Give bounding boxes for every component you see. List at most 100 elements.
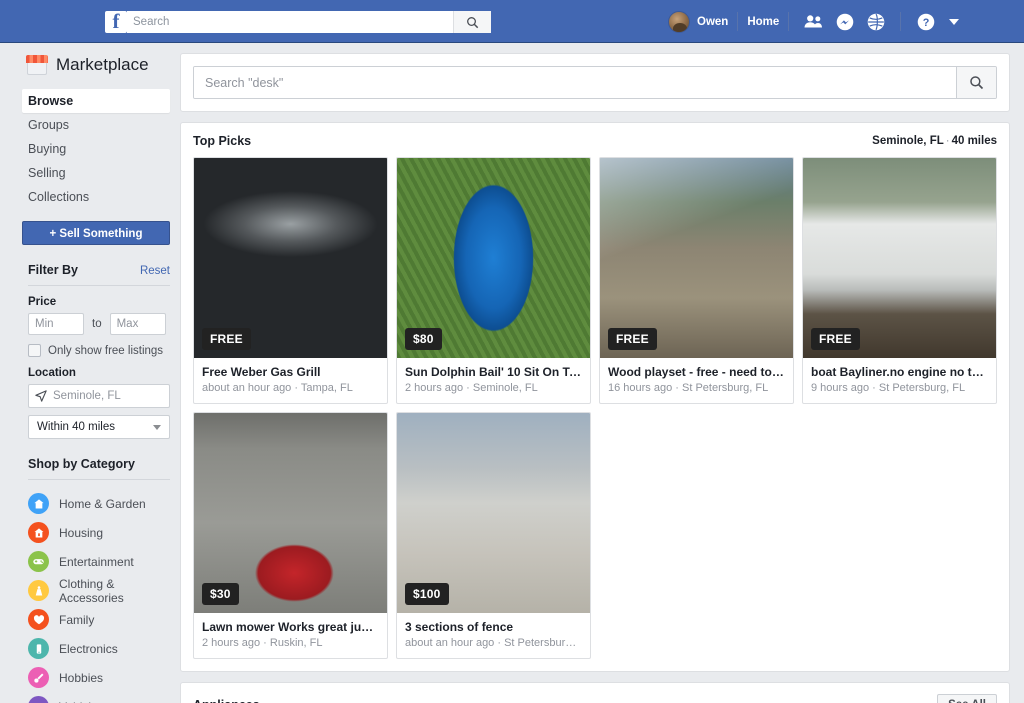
listing-meta: about an hour ago · St Petersburg, FL xyxy=(405,637,582,649)
marketplace-search-card xyxy=(180,53,1010,112)
sidebar-item-groups[interactable]: Groups xyxy=(22,113,170,137)
building-icon xyxy=(28,522,49,543)
messenger-icon xyxy=(836,13,854,30)
listing-tile[interactable]: FREE Wood playset - free - need to tra..… xyxy=(599,157,794,404)
listing-place: Seminole, FL xyxy=(472,382,538,394)
global-search-container xyxy=(127,11,491,33)
appliances-title: Appliances xyxy=(193,698,260,703)
listing-photo: $80 xyxy=(397,158,590,358)
free-listings-checkbox[interactable] xyxy=(28,344,41,357)
free-listings-checkbox-row[interactable]: Only show free listings xyxy=(28,344,180,357)
listing-photo: $30 xyxy=(194,413,387,613)
price-badge: $30 xyxy=(202,583,239,605)
search-icon xyxy=(970,76,984,90)
listing-info: Free Weber Gas Grill about an hour ago ·… xyxy=(194,358,387,403)
category-label: Electronics xyxy=(59,641,118,656)
top-picks-location-distance: Seminole, FL · 40 miles xyxy=(872,135,997,147)
listing-tile[interactable]: FREE boat Bayliner.no engine no trailer … xyxy=(802,157,997,404)
friend-requests-button[interactable] xyxy=(801,10,826,34)
divider xyxy=(788,12,790,31)
divider xyxy=(28,285,170,286)
gamepad-icon xyxy=(28,551,49,572)
shop-by-category-label: Shop by Category xyxy=(28,457,135,471)
top-picks-header: Top Picks Seminole, FL · 40 miles xyxy=(181,123,1009,157)
topbar-right-cluster: Owen Home ? xyxy=(668,0,960,43)
filter-reset-link[interactable]: Reset xyxy=(140,265,170,277)
category-label: Home & Garden xyxy=(59,496,146,511)
dress-icon xyxy=(28,580,49,601)
listing-info: Wood playset - free - need to tra... 16 … xyxy=(600,358,793,403)
search-button[interactable] xyxy=(956,67,996,98)
see-all-button[interactable]: See All xyxy=(937,694,997,703)
category-item-vehicles[interactable]: Vehicles xyxy=(0,692,180,703)
category-item-housing[interactable]: Housing xyxy=(0,518,180,547)
account-menu-chevron-down-icon[interactable] xyxy=(949,18,960,25)
top-picks-card: Top Picks Seminole, FL · 40 miles FREE Fre… xyxy=(180,122,1010,672)
sidebar-item-buying[interactable]: Buying xyxy=(22,137,170,161)
guitar-icon xyxy=(28,667,49,688)
listing-tile[interactable]: $80 Sun Dolphin Bail' 10 Sit On Top ... … xyxy=(396,157,591,404)
phone-icon xyxy=(28,638,49,659)
price-max-input[interactable] xyxy=(109,313,166,335)
top-picks-title: Top Picks xyxy=(193,134,252,148)
facebook-top-navbar: f Owen Home xyxy=(0,0,1024,43)
price-badge: FREE xyxy=(608,328,657,350)
listing-photo: FREE xyxy=(600,158,793,358)
listing-photo: FREE xyxy=(194,158,387,358)
category-item-hobbies[interactable]: Hobbies xyxy=(0,663,180,692)
price-filter-row: to xyxy=(28,313,180,335)
category-list: Home & Garden Housing Entertainment Clot… xyxy=(0,489,180,703)
main-content: Top Picks Seminole, FL·40 miles FREE Fre… xyxy=(180,43,1024,703)
marketplace-title: Marketplace xyxy=(0,55,180,75)
friend-requests-icon xyxy=(804,15,823,28)
category-item-entertainment[interactable]: Entertainment xyxy=(0,547,180,576)
listing-info: Lawn mower Works great just n... 2 hours… xyxy=(194,613,387,658)
filter-by-label: Filter By xyxy=(28,263,79,277)
facebook-logo-icon[interactable]: f xyxy=(105,11,127,33)
distance-select[interactable]: Within 40 miles xyxy=(28,415,170,439)
location-label: Location xyxy=(28,367,76,379)
listing-meta: about an hour ago · Tampa, FL xyxy=(202,382,353,394)
filter-header: Filter By Reset xyxy=(28,263,170,277)
page-body: Marketplace Browse Groups Buying Selling… xyxy=(0,43,1024,703)
category-item-home-garden[interactable]: Home & Garden xyxy=(0,489,180,518)
price-min-input[interactable] xyxy=(28,313,84,335)
price-badge: $100 xyxy=(405,583,449,605)
search-icon xyxy=(467,16,479,28)
price-badge: FREE xyxy=(811,328,860,350)
free-listings-label: Only show free listings xyxy=(48,344,164,357)
listing-info: Sun Dolphin Bail' 10 Sit On Top ... 2 ho… xyxy=(397,358,590,403)
listing-place: St Petersburg, FL xyxy=(682,382,769,394)
category-label: Family xyxy=(59,612,95,627)
listing-time: about an hour ago xyxy=(202,382,292,394)
sidebar-item-collections[interactable]: Collections xyxy=(22,185,170,209)
listing-place: Ruskin, FL xyxy=(269,637,323,649)
location-input[interactable]: Seminole, FL xyxy=(28,384,170,408)
divider xyxy=(737,12,739,31)
category-item-family[interactable]: Family xyxy=(0,605,180,634)
appliances-card: Appliances See All xyxy=(180,682,1010,703)
listing-tile[interactable]: FREE Free Weber Gas Grill about an hour … xyxy=(193,157,388,404)
profile-name-link[interactable]: Owen xyxy=(697,16,728,28)
listing-info: 3 sections of fence about an hour ago · … xyxy=(397,613,590,658)
sell-something-button[interactable]: + Sell Something xyxy=(22,221,170,245)
search-input[interactable] xyxy=(194,67,956,98)
location-arrow-icon xyxy=(35,390,47,402)
sidebar-item-selling[interactable]: Selling xyxy=(22,161,170,185)
listing-tile[interactable]: $30 Lawn mower Works great just n... 2 h… xyxy=(193,412,388,659)
messenger-button[interactable] xyxy=(832,10,857,34)
home-link[interactable]: Home xyxy=(747,16,779,28)
heart-icon xyxy=(28,609,49,630)
category-item-clothing-accessories[interactable]: Clothing & Accessories xyxy=(0,576,180,605)
price-label: Price xyxy=(28,296,57,308)
avatar[interactable] xyxy=(668,10,690,33)
global-search-button[interactable] xyxy=(453,11,491,33)
sidebar-item-browse[interactable]: Browse xyxy=(22,89,170,113)
listing-tile[interactable]: $100 3 sections of fence about an hour a… xyxy=(396,412,591,659)
category-item-electronics[interactable]: Electronics xyxy=(0,634,180,663)
notifications-button[interactable] xyxy=(863,10,888,34)
notifications-globe-icon xyxy=(867,13,885,30)
listing-title: Wood playset - free - need to tra... xyxy=(608,365,785,379)
help-button[interactable]: ? xyxy=(913,10,938,34)
global-search-input[interactable] xyxy=(127,11,453,33)
